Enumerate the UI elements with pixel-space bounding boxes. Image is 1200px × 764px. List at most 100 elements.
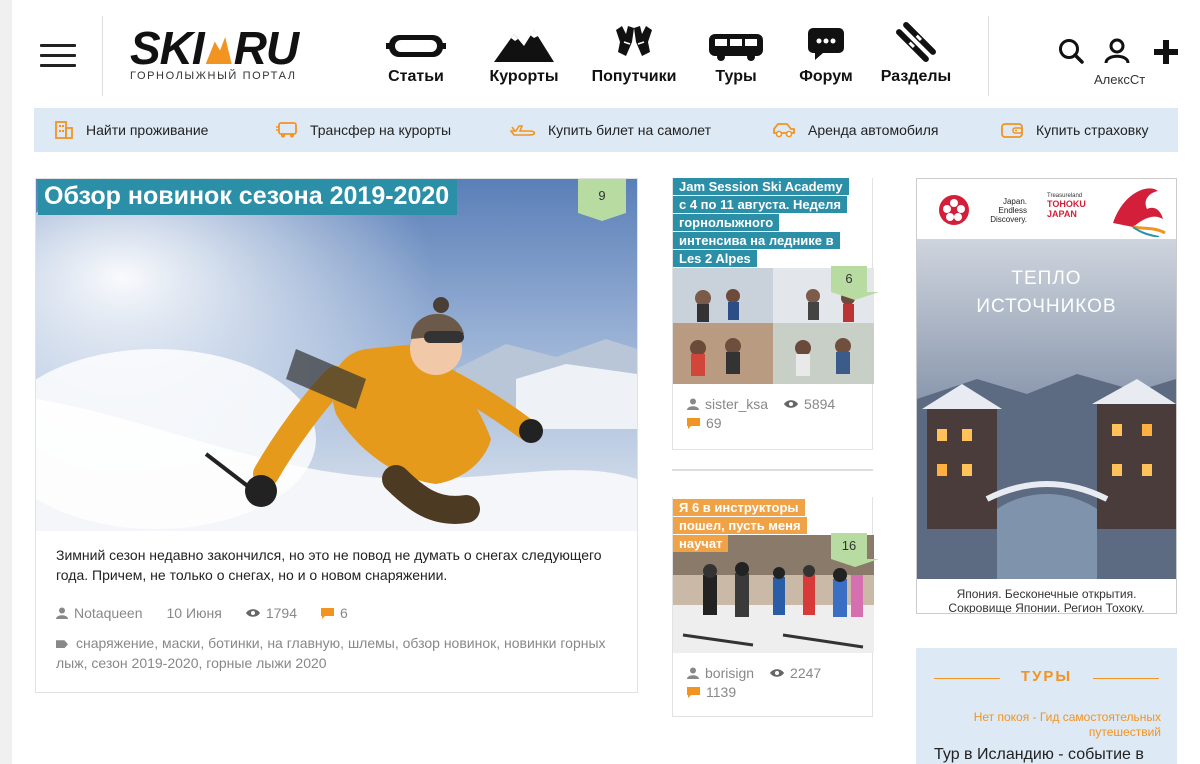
main-article-image[interactable]: Обзор новинок сезона 2019-2020 xyxy=(36,179,637,531)
nav-tours[interactable]: Туры xyxy=(704,22,768,86)
advertisement-banner[interactable]: Japan. Endless Discovery. Treasureland T… xyxy=(916,178,1177,614)
tag-link[interactable]: шлемы xyxy=(348,635,395,651)
plus-icon[interactable] xyxy=(1154,40,1178,64)
side-article-comments[interactable]: 1139 xyxy=(687,684,760,700)
logo-text-left: SKI xyxy=(130,22,205,74)
eye-icon xyxy=(770,669,785,677)
skis-icon xyxy=(896,22,936,62)
main-article-card[interactable]: Обзор новинок сезона 2019-2020 9 Зимний … xyxy=(35,178,638,693)
person-icon xyxy=(687,398,699,410)
gloves-icon xyxy=(616,26,652,56)
side-article-card[interactable]: Jam Session Ski Academy с 4 по 11 август… xyxy=(672,178,879,450)
building-icon xyxy=(55,121,73,139)
side-article-card[interactable]: Я 6 в инструкторы пошел, пусть меня науч… xyxy=(672,497,879,717)
tag-link[interactable]: на главную xyxy=(267,635,340,651)
views-meta: 2247 xyxy=(770,665,821,681)
user-name[interactable]: АлексСт xyxy=(1094,72,1145,87)
logo-mountain-icon xyxy=(205,37,232,64)
side-article-meta: borisign 2247 xyxy=(687,665,845,681)
nav-companions[interactable]: Попутчики xyxy=(586,22,682,86)
nav-forum[interactable]: Форум xyxy=(796,22,856,86)
nav-label: Форум xyxy=(799,68,853,85)
comment-icon xyxy=(687,686,700,698)
author-meta[interactable]: sister_ksa xyxy=(687,396,768,412)
main-article-meta: Notaqueen 10 Июня 1794 6 xyxy=(56,605,372,621)
nav-label: Разделы xyxy=(880,68,952,85)
main-article-title[interactable]: Обзор новинок сезона 2019-2020 xyxy=(38,179,458,215)
views-meta: 1794 xyxy=(245,605,297,621)
side-article-comments[interactable]: 69 xyxy=(687,415,746,431)
tag-link[interactable]: снаряжение xyxy=(76,635,154,651)
side-article-title[interactable]: Jam Session Ski Academy с 4 по 11 август… xyxy=(673,178,849,268)
tours-heading: ТУРЫ xyxy=(1020,668,1073,685)
service-flight[interactable]: Купить билет на самолет xyxy=(510,122,711,138)
comment-icon xyxy=(687,417,700,429)
page: SKI RU ГОРНОЛЫЖНЫЙ ПОРТАЛ Статьи Курорты… xyxy=(12,0,1200,764)
service-accommodation[interactable]: Найти проживание xyxy=(54,120,208,140)
service-transfer[interactable]: Трансфер на курорты xyxy=(276,121,451,139)
tag-link[interactable]: обзор новинок xyxy=(403,635,497,651)
menu-icon[interactable] xyxy=(40,42,76,70)
author-meta[interactable]: borisign xyxy=(687,665,754,681)
service-label: Купить билет на самолет xyxy=(548,122,711,138)
tag-link[interactable]: маски xyxy=(162,635,200,651)
ad-caption-line-1: Япония. Бесконечные открытия. xyxy=(956,587,1137,601)
views-meta: 5894 xyxy=(784,396,835,412)
author-meta[interactable]: Notaqueen xyxy=(56,605,143,621)
tag-link[interactable]: горные лыжи 2020 xyxy=(206,655,326,671)
views-count: 2247 xyxy=(790,665,822,681)
tours-source-link[interactable]: Нет покоя - Гид самостоятельных путешест… xyxy=(936,710,1161,740)
site-logo[interactable]: SKI RU ГОРНОЛЫЖНЫЙ ПОРТАЛ xyxy=(130,25,320,88)
side-article-meta: sister_ksa 5894 xyxy=(687,396,859,412)
transfer-bus-icon xyxy=(276,122,297,138)
plane-icon xyxy=(510,125,536,136)
article-date: 10 Июня xyxy=(166,605,222,621)
logo-subtitle: ГОРНОЛЫЖНЫЙ ПОРТАЛ xyxy=(130,70,297,82)
nav-articles[interactable]: Статьи xyxy=(380,22,452,86)
date-meta: 10 Июня xyxy=(167,605,222,621)
tag-link[interactable]: ботинки xyxy=(208,635,259,651)
eye-icon xyxy=(784,400,799,408)
tours-item-link[interactable]: Тур в Исландию - событие в xyxy=(934,746,1164,764)
nav-sections[interactable]: Разделы xyxy=(878,22,954,86)
ad-caption: Япония. Бесконечные открытия. Сокровище … xyxy=(917,587,1176,614)
nav-label: Туры xyxy=(715,68,757,85)
service-bar: Найти проживание Трансфер на курорты Куп… xyxy=(34,108,1178,152)
person-icon xyxy=(56,607,68,619)
nav-resorts[interactable]: Курорты xyxy=(486,22,562,86)
tag-link[interactable]: сезон 2019-2020 xyxy=(91,655,198,671)
ad-logo-tohoku: Treasureland TOHOKU JAPAN xyxy=(1047,193,1111,219)
side-article-title[interactable]: Я 6 в инструкторы пошел, пусть меня науч… xyxy=(673,499,843,553)
comments-count: 1139 xyxy=(706,684,737,700)
user-icon[interactable] xyxy=(1104,38,1130,64)
service-car-rental[interactable]: Аренда автомобиля xyxy=(772,121,938,139)
comments-count: 69 xyxy=(706,415,722,431)
nav-label: Статьи xyxy=(388,68,444,85)
nav-label: Курорты xyxy=(489,68,559,85)
ad-logo-japan-text: Japan. Endless Discovery. xyxy=(990,196,1027,224)
author-name: borisign xyxy=(705,665,755,681)
main-comments-badge[interactable]: 9 xyxy=(578,179,626,221)
service-insurance[interactable]: Купить страховку xyxy=(1000,121,1149,139)
search-icon[interactable] xyxy=(1058,38,1084,64)
service-label: Найти проживание xyxy=(86,122,209,138)
person-icon xyxy=(687,667,699,679)
author-name: sister_ksa xyxy=(705,396,769,412)
side-comments-badge[interactable]: 16 xyxy=(831,533,879,567)
main-article-tags: снаряжение, маски, ботинки, на главную, … xyxy=(56,635,606,671)
comments-meta[interactable]: 6 xyxy=(321,605,348,621)
ad-headline-1: ТЕПЛО xyxy=(1011,268,1082,289)
comments-count: 6 xyxy=(340,605,348,621)
mountains-icon xyxy=(494,30,554,62)
ad-logo-tohoku-text: TOHOKU JAPAN xyxy=(1047,199,1086,219)
chat-icon xyxy=(808,28,844,60)
ad-caption-line-2: Сокровище Японии. Регион Тохоку. xyxy=(948,601,1145,614)
views-count: 5894 xyxy=(804,396,836,412)
tours-widget: ТУРЫ Нет покоя - Гид самостоятельных пут… xyxy=(916,648,1177,764)
side-article-title-text: Я 6 в инструкторы пошел, пусть меня науч… xyxy=(673,499,807,552)
nav-label: Попутчики xyxy=(591,68,677,85)
author-name: Notaqueen xyxy=(74,605,143,621)
side-comments-badge[interactable]: 6 xyxy=(831,266,879,300)
car-icon xyxy=(773,123,795,138)
ad-logo-japan: Japan. Endless Discovery. xyxy=(937,193,1047,227)
